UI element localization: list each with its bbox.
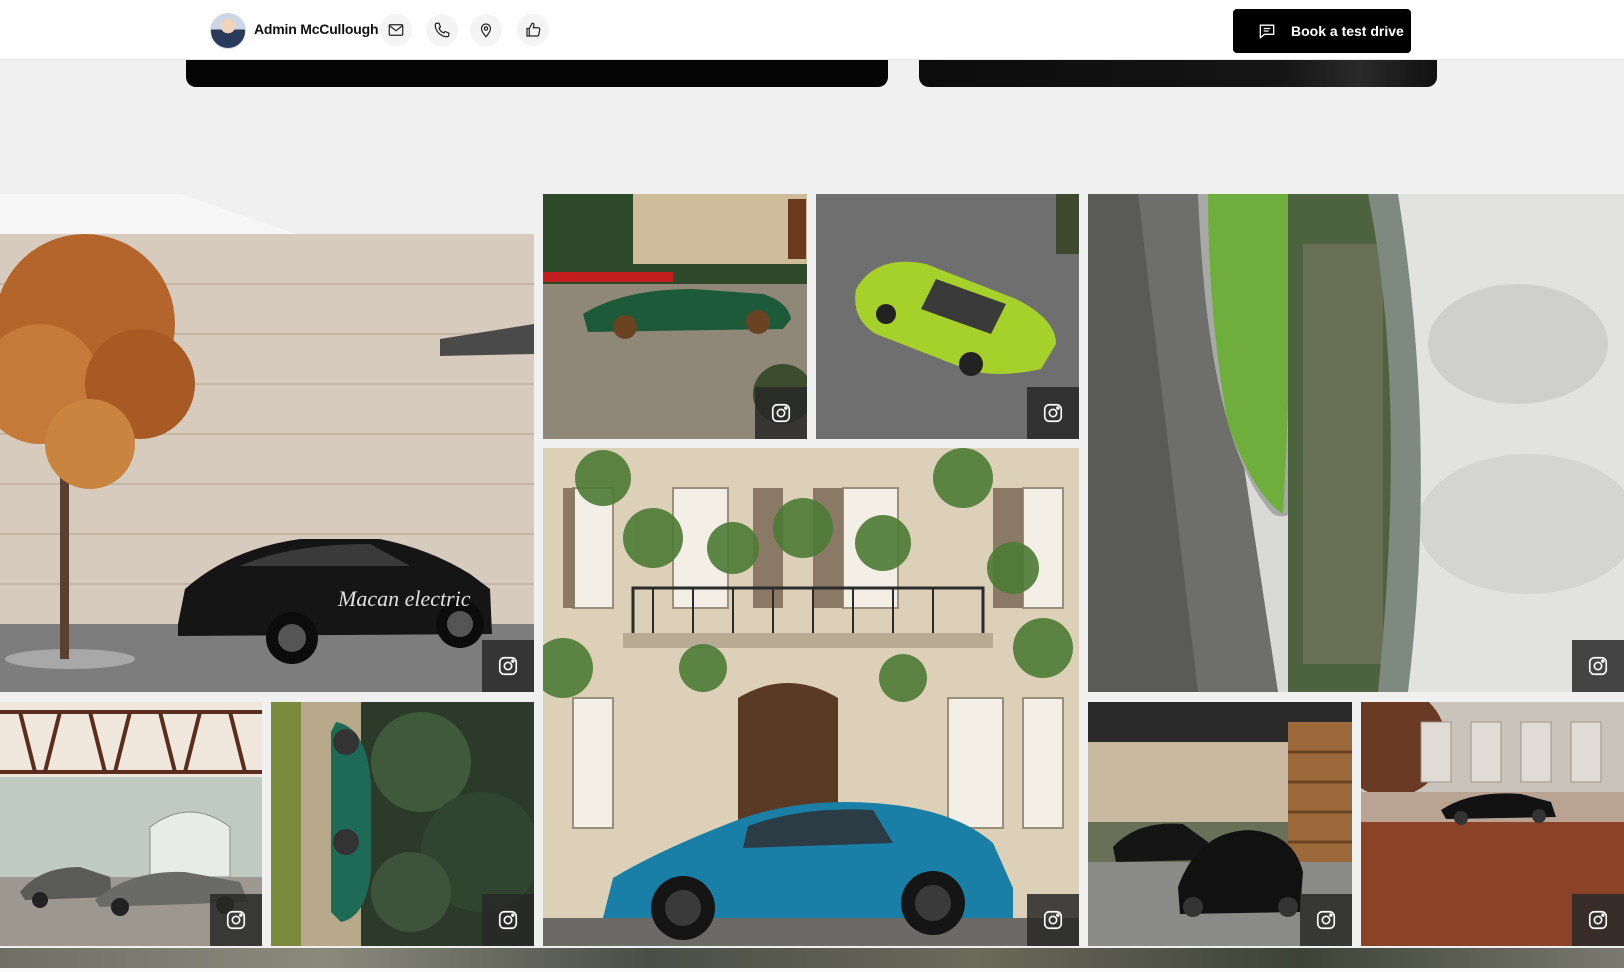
- instagram-icon: [498, 656, 518, 676]
- like-button[interactable]: [517, 14, 549, 46]
- macan-door-text: Macan electric: [337, 586, 471, 611]
- location-icon: [480, 23, 492, 38]
- instagram-icon: [498, 910, 518, 930]
- instagram-link[interactable]: [1572, 640, 1624, 692]
- location-button[interactable]: [470, 14, 502, 46]
- tile-aerial-road[interactable]: [1088, 194, 1624, 692]
- instagram-icon: [1588, 656, 1608, 676]
- book-test-drive-button[interactable]: Book a test drive: [1233, 9, 1411, 53]
- phone-button[interactable]: [426, 14, 458, 46]
- instagram-link[interactable]: [482, 894, 534, 946]
- instagram-link[interactable]: [755, 387, 807, 439]
- phone-icon: [434, 22, 450, 38]
- instagram-link[interactable]: [1027, 894, 1079, 946]
- tile-grey-cars-timber-house[interactable]: [0, 702, 262, 946]
- feature-card-right: [919, 59, 1437, 87]
- instagram-link[interactable]: [1300, 894, 1352, 946]
- page-bottom-edge: [0, 968, 1624, 972]
- tile-black-macan-electric[interactable]: Macan electric: [0, 194, 534, 692]
- instagram-icon: [1043, 403, 1063, 423]
- feature-card-left: [186, 59, 888, 87]
- mail-button[interactable]: [380, 14, 412, 46]
- instagram-link[interactable]: [1027, 387, 1079, 439]
- instagram-link[interactable]: [482, 640, 534, 692]
- instagram-icon: [771, 403, 791, 423]
- instagram-link[interactable]: [210, 894, 262, 946]
- tile-green-car-forest-path[interactable]: [271, 702, 534, 946]
- macan-photo: Macan electric: [0, 194, 534, 692]
- tile-lime-coupe[interactable]: [816, 194, 1079, 439]
- admin-name: Admin McCullough: [254, 21, 379, 37]
- admin-avatar[interactable]: [210, 13, 246, 49]
- aerial-road-photo: [1088, 194, 1624, 692]
- tile-green-convertible[interactable]: [543, 194, 807, 439]
- blue-coupe-photo: [543, 448, 1079, 946]
- instagram-icon: [1588, 910, 1608, 930]
- tile-blue-coupe-house[interactable]: [543, 448, 1079, 946]
- tile-black-convertible-plaza[interactable]: [1361, 702, 1624, 946]
- instagram-icon: [226, 910, 246, 930]
- instagram-link[interactable]: [1572, 894, 1624, 946]
- top-bar: Admin McCullough Book a test drive: [0, 0, 1624, 60]
- instagram-icon: [1043, 910, 1063, 930]
- book-test-drive-label: Book a test drive: [1291, 23, 1404, 39]
- thumbs-up-icon: [526, 22, 541, 37]
- tile-black-cars-garage[interactable]: [1088, 702, 1352, 946]
- chat-icon: [1259, 24, 1275, 40]
- mail-icon: [388, 24, 404, 36]
- instagram-icon: [1316, 910, 1336, 930]
